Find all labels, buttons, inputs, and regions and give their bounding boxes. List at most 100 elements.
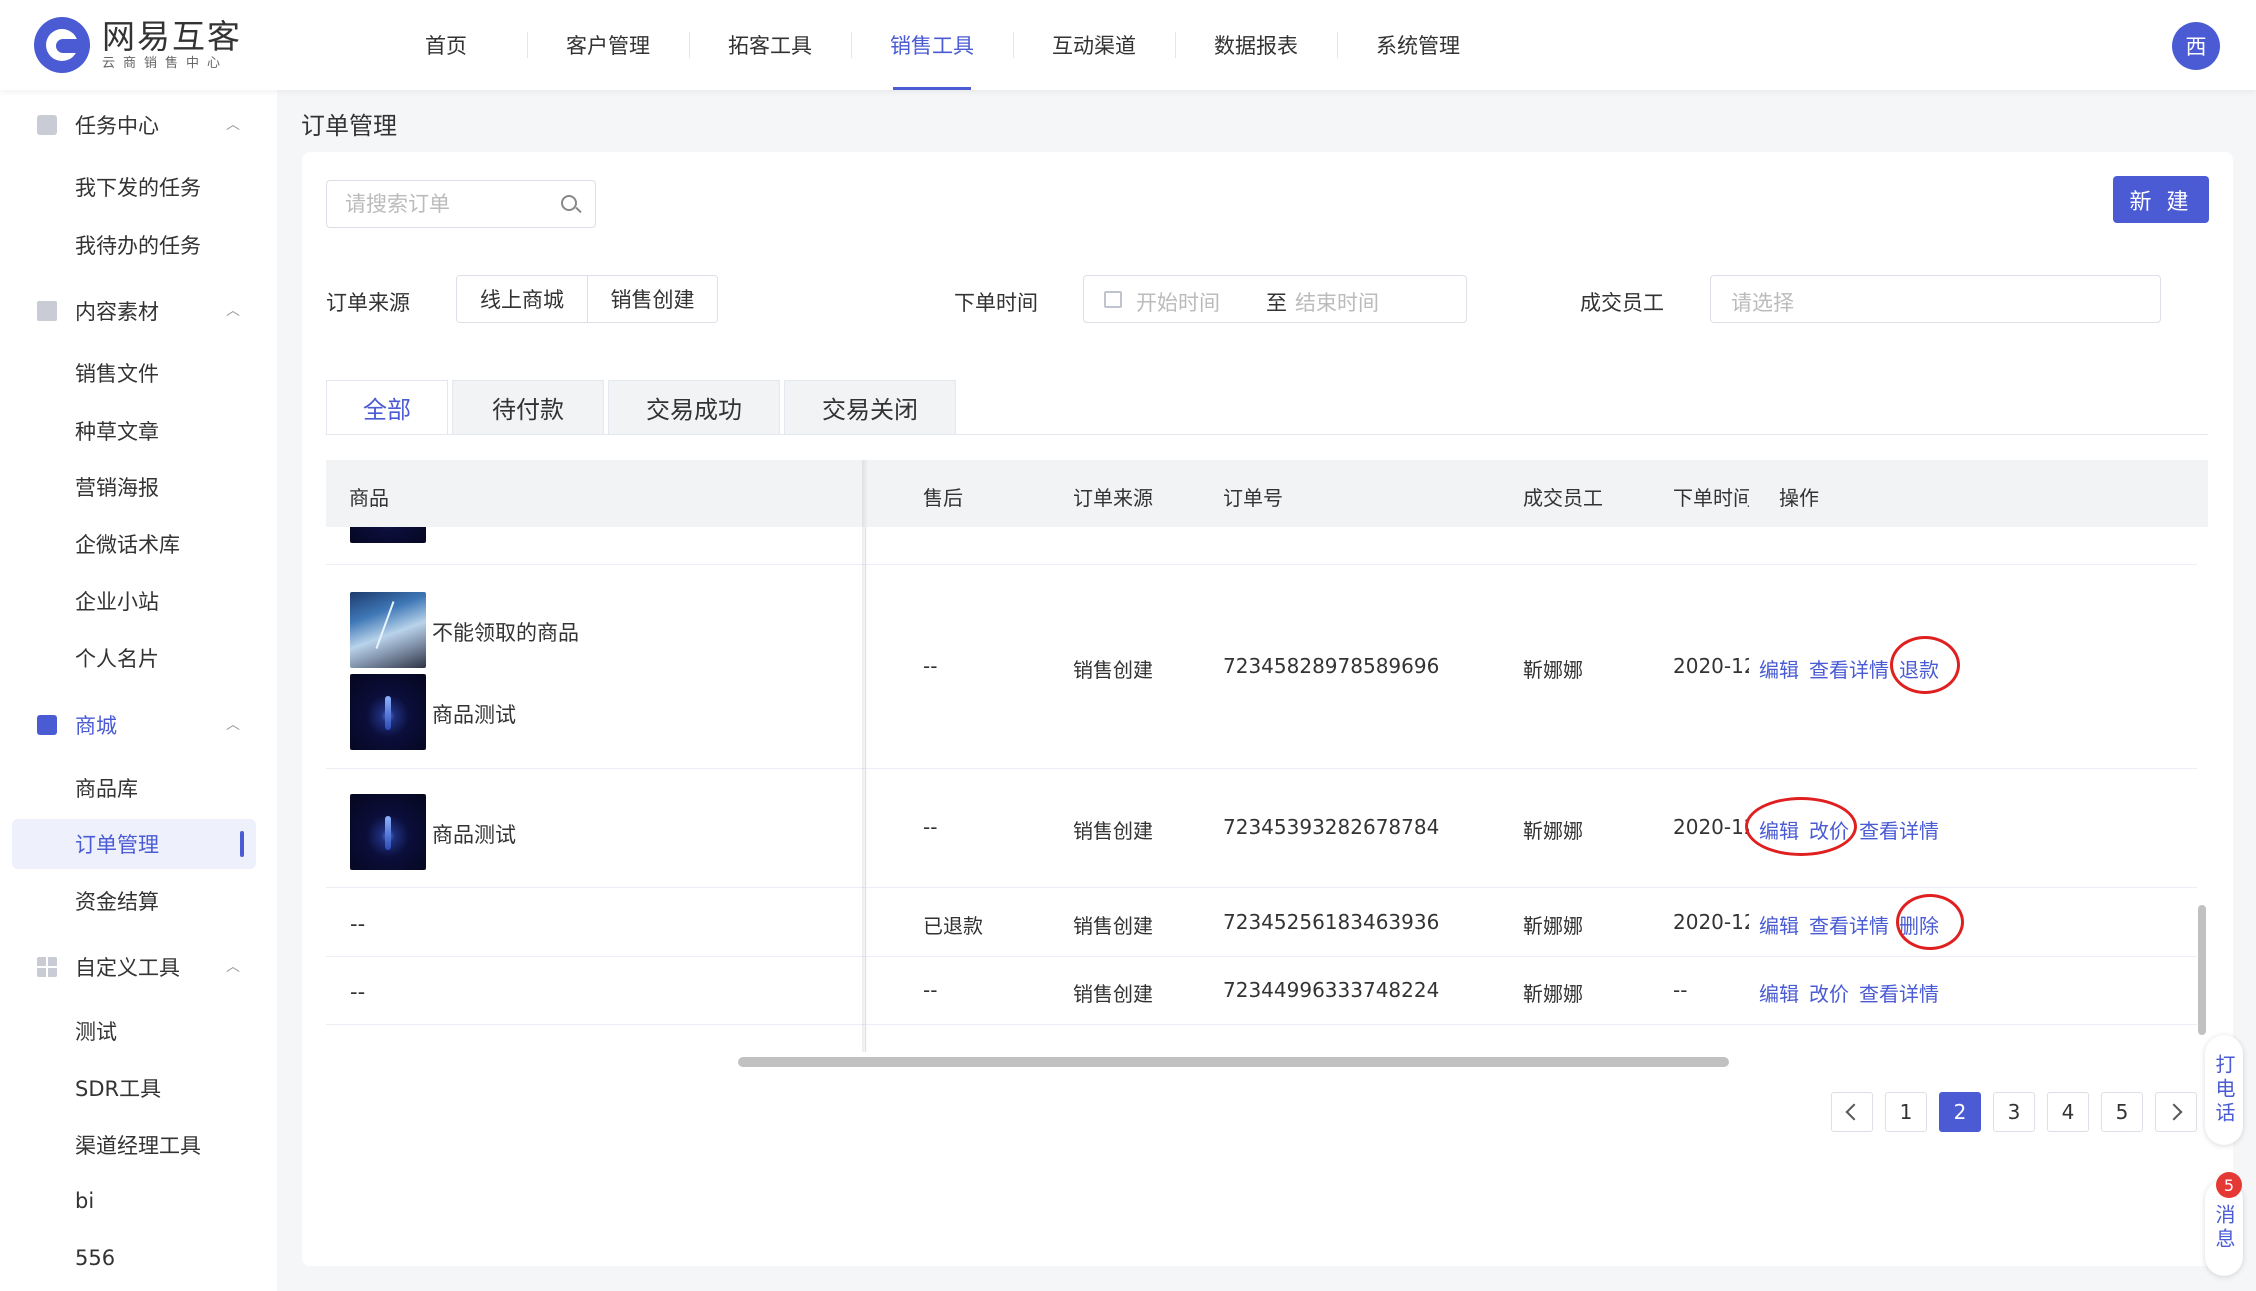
- sidebar-group-content[interactable]: 内容素材 ︿: [0, 286, 277, 336]
- action-edit[interactable]: 编辑: [1759, 978, 1799, 1007]
- nav-home[interactable]: 首页: [365, 0, 527, 90]
- column-header-order-time: 下单时间: [1673, 486, 1749, 510]
- grid-icon: [37, 957, 57, 977]
- tab-pending-payment[interactable]: 待付款: [452, 380, 604, 435]
- column-header-product: 商品: [349, 486, 389, 510]
- action-refund[interactable]: 退款: [1899, 654, 1939, 683]
- start-time-placeholder[interactable]: 开始时间: [1136, 287, 1220, 317]
- table-header: 商品 售后 订单来源 订单号 成交员工 下单时间 操作: [326, 460, 2208, 527]
- sidebar-item-test[interactable]: 测试: [12, 1006, 256, 1056]
- nav-customer-management[interactable]: 客户管理: [527, 0, 689, 90]
- action-change-price[interactable]: 改价: [1809, 978, 1849, 1007]
- cell-employee: 靳娜娜: [1523, 982, 1583, 1006]
- vertical-scrollbar[interactable]: [2198, 905, 2206, 1035]
- action-view-details[interactable]: 查看详情: [1809, 654, 1889, 683]
- sidebar-item-sales-files[interactable]: 销售文件: [12, 348, 256, 398]
- search-input[interactable]: [345, 181, 545, 227]
- search-box: [326, 180, 596, 228]
- sidebar-item-channel-manager-tool[interactable]: 渠道经理工具: [12, 1120, 256, 1170]
- sidebar: 任务中心 ︿ 我下发的任务 我待办的任务 内容素材 ︿ 销售文件 种草文章 营销…: [0, 90, 277, 1291]
- order-source-toggle: 线上商城 销售创建: [456, 275, 718, 323]
- new-order-button[interactable]: 新 建: [2113, 176, 2209, 223]
- source-option-sales-created[interactable]: 销售创建: [587, 276, 717, 322]
- cell-source: 销售创建: [1073, 819, 1153, 843]
- pagination-page-current[interactable]: 2: [1939, 1092, 1981, 1132]
- pagination-page[interactable]: 3: [1993, 1092, 2035, 1132]
- order-time-label: 下单时间: [954, 291, 1038, 315]
- sidebar-item-sdr-tool[interactable]: SDR工具: [12, 1063, 256, 1113]
- horizontal-scrollbar[interactable]: [738, 1057, 1729, 1067]
- sidebar-item-business-card[interactable]: 个人名片: [12, 633, 256, 683]
- cell-order-no: 72345393282678784: [1223, 815, 1440, 839]
- status-tabs: 全部 待付款 交易成功 交易关闭: [326, 380, 960, 435]
- tab-success[interactable]: 交易成功: [608, 380, 780, 435]
- column-header-source: 订单来源: [1073, 486, 1153, 510]
- pagination-page[interactable]: 1: [1885, 1092, 1927, 1132]
- action-view-details[interactable]: 查看详情: [1859, 815, 1939, 844]
- nav-acquisition-tools[interactable]: 拓客工具: [689, 0, 851, 90]
- action-view-details[interactable]: 查看详情: [1809, 910, 1889, 939]
- product-name: --: [350, 912, 366, 936]
- sidebar-item-articles[interactable]: 种草文章: [12, 406, 256, 456]
- cell-source: 销售创建: [1073, 914, 1153, 938]
- nav-data-reports[interactable]: 数据报表: [1175, 0, 1337, 90]
- sidebar-item-scripts[interactable]: 企微话术库: [12, 519, 256, 569]
- sidebar-group-custom-tools[interactable]: 自定义工具 ︿: [0, 942, 277, 992]
- logo[interactable]: 网易互客 云商销售中心: [34, 16, 242, 74]
- search-icon[interactable]: [561, 195, 577, 211]
- action-edit[interactable]: 编辑: [1759, 910, 1799, 939]
- column-header-actions: 操作: [1779, 486, 1819, 510]
- sidebar-group-task-center[interactable]: 任务中心 ︿: [0, 100, 277, 150]
- cell-after-sale: 已退款: [923, 914, 983, 938]
- sidebar-group-shop[interactable]: 商城 ︿: [0, 700, 277, 750]
- nav-system-management[interactable]: 系统管理: [1337, 0, 1499, 90]
- employee-label: 成交员工: [1580, 291, 1664, 315]
- cell-employee: 靳娜娜: [1523, 914, 1583, 938]
- action-delete[interactable]: 删除: [1899, 910, 1939, 939]
- tab-closed[interactable]: 交易关闭: [784, 380, 956, 435]
- employee-select[interactable]: 请选择: [1710, 275, 2161, 323]
- pagination-page[interactable]: 4: [2047, 1092, 2089, 1132]
- action-edit[interactable]: 编辑: [1759, 654, 1799, 683]
- sidebar-item-my-issued-tasks[interactable]: 我下发的任务: [12, 162, 256, 212]
- cell-after-sale: --: [923, 815, 938, 839]
- sidebar-item-my-pending-tasks[interactable]: 我待办的任务: [12, 220, 256, 270]
- sidebar-item-556[interactable]: 556: [12, 1233, 256, 1283]
- sidebar-group-label: 自定义工具: [75, 956, 180, 980]
- cell-after-sale: --: [923, 978, 938, 1002]
- sidebar-item-product-library[interactable]: 商品库: [12, 763, 256, 813]
- avatar[interactable]: 西: [2172, 22, 2220, 70]
- action-change-price[interactable]: 改价: [1809, 815, 1849, 844]
- top-header: 网易互客 云商销售中心 首页 客户管理 拓客工具 销售工具 互动渠道 数据报表 …: [0, 0, 2256, 90]
- pagination-page[interactable]: 5: [2101, 1092, 2143, 1132]
- action-edit[interactable]: 编辑: [1759, 815, 1799, 844]
- sidebar-item-settlement[interactable]: 资金结算: [12, 876, 256, 926]
- action-view-details[interactable]: 查看详情: [1859, 978, 1939, 1007]
- sidebar-item-mini-site[interactable]: 企业小站: [12, 576, 256, 626]
- shop-icon: [37, 715, 57, 735]
- pagination-prev-button[interactable]: [1831, 1092, 1873, 1132]
- order-time-range-picker[interactable]: 开始时间 至 结束时间: [1083, 275, 1467, 323]
- sidebar-group-label: 任务中心: [75, 114, 159, 138]
- product-name: 不能领取的商品: [432, 621, 579, 645]
- chevron-up-icon: ︿: [226, 117, 240, 133]
- cell-employee: 靳娜娜: [1523, 658, 1583, 682]
- cell-order-no: 72344996333748224: [1223, 978, 1440, 1002]
- end-time-placeholder[interactable]: 结束时间: [1295, 287, 1379, 317]
- logo-title: 网易互客: [102, 17, 242, 56]
- nav-interaction-channels[interactable]: 互动渠道: [1013, 0, 1175, 90]
- call-button[interactable]: 打电话: [2205, 1035, 2243, 1145]
- sidebar-item-posters[interactable]: 营销海报: [12, 462, 256, 512]
- chevron-up-icon: ︿: [226, 717, 240, 733]
- cell-source: 销售创建: [1073, 982, 1153, 1006]
- tab-all[interactable]: 全部: [326, 380, 448, 435]
- column-header-order-no: 订单号: [1223, 486, 1283, 510]
- column-header-after-sale: 售后: [923, 486, 963, 510]
- column-header-employee: 成交员工: [1523, 486, 1603, 510]
- sidebar-item-order-management[interactable]: 订单管理: [12, 819, 256, 869]
- pagination-next-button[interactable]: [2155, 1092, 2197, 1132]
- nav-sales-tools[interactable]: 销售工具: [851, 0, 1013, 90]
- sidebar-item-bi[interactable]: bi: [12, 1176, 256, 1226]
- cell-order-time: 2020-12: [1673, 815, 1749, 839]
- source-option-online-mall[interactable]: 线上商城: [457, 276, 587, 322]
